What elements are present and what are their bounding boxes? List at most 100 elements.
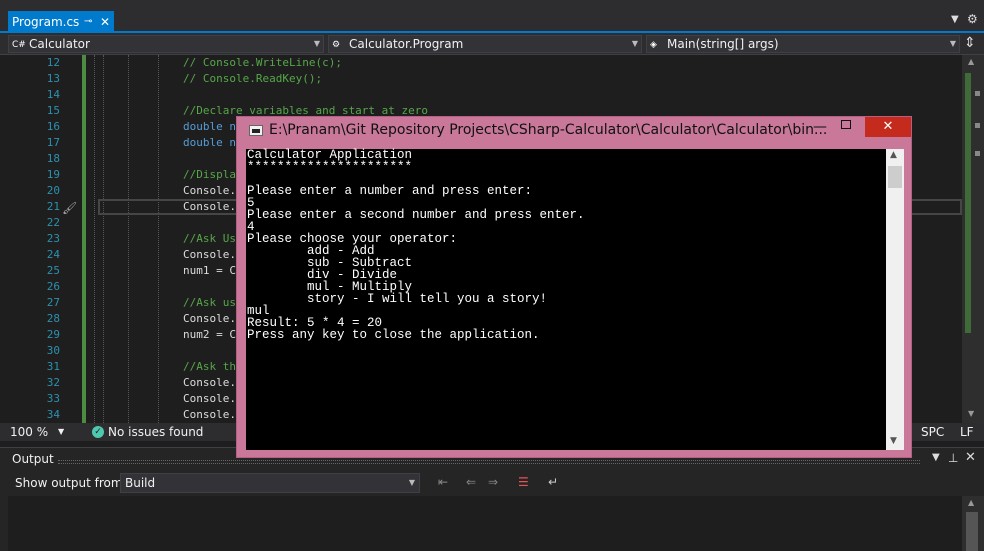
output-source-dropdown[interactable]: Build ▼ xyxy=(120,473,420,493)
code-text: //Displa xyxy=(183,168,236,181)
code-text: //Ask us xyxy=(183,296,236,309)
line-number: 18 xyxy=(46,152,60,165)
code-text: //Ask Us xyxy=(183,232,236,245)
line-number: 14 xyxy=(46,88,60,101)
scroll-down-icon[interactable]: ▼ xyxy=(968,409,974,418)
scrollbar-thumb[interactable] xyxy=(888,166,902,188)
line-number: 24 xyxy=(46,248,60,261)
code-text: num1 = C xyxy=(183,264,236,277)
code-line[interactable]: 12 // Console.WriteLine(c); xyxy=(0,55,962,71)
clear-all-icon[interactable]: ☰ xyxy=(518,475,529,489)
console-title-bar[interactable]: E:\Pranam\Git Repository Projects\CSharp… xyxy=(237,117,911,145)
console-output-area[interactable]: Calculator Application *****************… xyxy=(246,149,904,450)
line-number: 34 xyxy=(46,408,60,421)
zoom-level[interactable]: 100 % xyxy=(10,423,48,441)
scroll-marker xyxy=(975,91,980,96)
output-panel-title: Output xyxy=(12,452,54,466)
close-button[interactable]: ✕ xyxy=(865,117,911,137)
line-number: 27 xyxy=(46,296,60,309)
code-text: Console. xyxy=(183,408,236,421)
line-number: 32 xyxy=(46,376,60,389)
pin-icon[interactable]: ⊸ xyxy=(84,11,92,33)
line-number: 29 xyxy=(46,328,60,341)
scrollbar-thumb[interactable] xyxy=(965,73,971,333)
show-output-from-label: Show output from: xyxy=(15,476,127,490)
code-text: Console. xyxy=(183,200,236,213)
title-grip xyxy=(58,460,920,464)
code-text: Console. xyxy=(183,312,236,325)
scroll-up-icon[interactable]: ▲ xyxy=(890,150,897,160)
code-text: double n xyxy=(183,120,236,133)
line-number: 16 xyxy=(46,120,60,133)
method-icon: ◈ xyxy=(650,40,657,50)
line-number: 19 xyxy=(46,168,60,181)
code-text: // Console.ReadKey(); xyxy=(183,72,323,85)
output-panel: Output ▼ ⊥ ✕ Show output from: Build ▼ ⇤… xyxy=(0,447,984,551)
code-text: Console. xyxy=(183,184,236,197)
tab-list-dropdown-icon[interactable]: ▼ xyxy=(951,14,959,25)
code-text: num2 = C xyxy=(183,328,236,341)
code-text: Console. xyxy=(183,248,236,261)
next-message-icon[interactable]: ⇒ xyxy=(488,475,498,489)
minimize-icon[interactable]: — xyxy=(813,119,827,135)
code-line[interactable]: 14 xyxy=(0,87,962,103)
chevron-down-icon: ▼ xyxy=(408,478,415,487)
type-label: Calculator.Program xyxy=(349,37,464,51)
chevron-down-icon[interactable]: ▼ xyxy=(58,423,64,441)
checkmark-icon: ✓ xyxy=(92,426,104,438)
output-text-area[interactable] xyxy=(8,496,962,551)
navigation-bar: C# Calculator ▼ ⚙ Calculator.Program ▼ ◈… xyxy=(0,33,984,55)
scroll-marker xyxy=(975,123,980,128)
line-number: 30 xyxy=(46,344,60,357)
line-number: 28 xyxy=(46,312,60,325)
type-dropdown[interactable]: ⚙ Calculator.Program ▼ xyxy=(328,35,642,53)
project-label: Calculator xyxy=(29,37,90,51)
line-number: 13 xyxy=(46,72,60,85)
code-text: //Ask th xyxy=(183,360,236,373)
close-icon[interactable]: ✕ xyxy=(100,11,110,33)
code-text: // Console.WriteLine(c); xyxy=(183,56,342,69)
gear-icon[interactable]: ⚙ xyxy=(967,12,978,26)
member-dropdown[interactable]: ◈ Main(string[] args) ▼ xyxy=(646,35,960,53)
console-text: Calculator Application *****************… xyxy=(247,148,585,342)
line-number: 25 xyxy=(46,264,60,277)
document-tab-bar: Program.cs ⊸ ✕ ▼ ⚙ xyxy=(0,0,984,33)
line-number: 21 xyxy=(46,200,60,213)
line-number: 31 xyxy=(46,360,60,373)
console-scrollbar[interactable]: ▲ ▼ xyxy=(886,149,904,450)
console-app-icon xyxy=(249,125,263,136)
previous-message-icon[interactable]: ⇐ xyxy=(466,475,476,489)
scroll-down-icon[interactable]: ▼ xyxy=(890,436,897,446)
code-text: double n xyxy=(183,136,236,149)
split-editor-icon[interactable]: ⇕ xyxy=(964,35,976,51)
class-icon: ⚙ xyxy=(332,40,341,50)
code-text: Console. xyxy=(183,376,236,389)
maximize-icon[interactable] xyxy=(841,120,851,129)
code-line[interactable]: 13 // Console.ReadKey(); xyxy=(0,71,962,87)
scroll-up-icon[interactable]: ▲ xyxy=(968,57,974,66)
line-number: 17 xyxy=(46,136,60,149)
member-label: Main(string[] args) xyxy=(667,37,779,51)
word-wrap-icon[interactable]: ↵ xyxy=(548,475,558,489)
line-number: 22 xyxy=(46,216,60,229)
line-number: 12 xyxy=(46,56,60,69)
close-icon[interactable]: ✕ xyxy=(965,450,976,465)
output-scrollbar[interactable]: ▲ xyxy=(962,496,984,551)
tab-program-cs[interactable]: Program.cs ⊸ ✕ xyxy=(8,11,114,33)
console-title: E:\Pranam\Git Repository Projects\CSharp… xyxy=(269,122,828,138)
whitespace-indicator[interactable]: SPC xyxy=(921,423,944,441)
scroll-up-icon[interactable]: ▲ xyxy=(968,498,974,507)
project-dropdown[interactable]: C# Calculator ▼ xyxy=(8,35,324,53)
line-number: 33 xyxy=(46,392,60,405)
chevron-down-icon: ▼ xyxy=(949,39,956,48)
issues-status[interactable]: No issues found xyxy=(108,423,203,441)
scrollbar-thumb[interactable] xyxy=(966,512,978,551)
csharp-project-icon: C# xyxy=(12,40,26,50)
line-ending-indicator[interactable]: LF xyxy=(960,423,974,441)
pin-icon[interactable]: ⊥ xyxy=(948,451,958,465)
go-to-message-icon[interactable]: ⇤ xyxy=(438,475,448,489)
line-number: 15 xyxy=(46,104,60,117)
editor-scrollbar[interactable]: ▲ ▼ xyxy=(962,55,984,423)
tab-label: Program.cs xyxy=(12,15,80,29)
window-menu-icon[interactable]: ▼ xyxy=(932,452,940,463)
